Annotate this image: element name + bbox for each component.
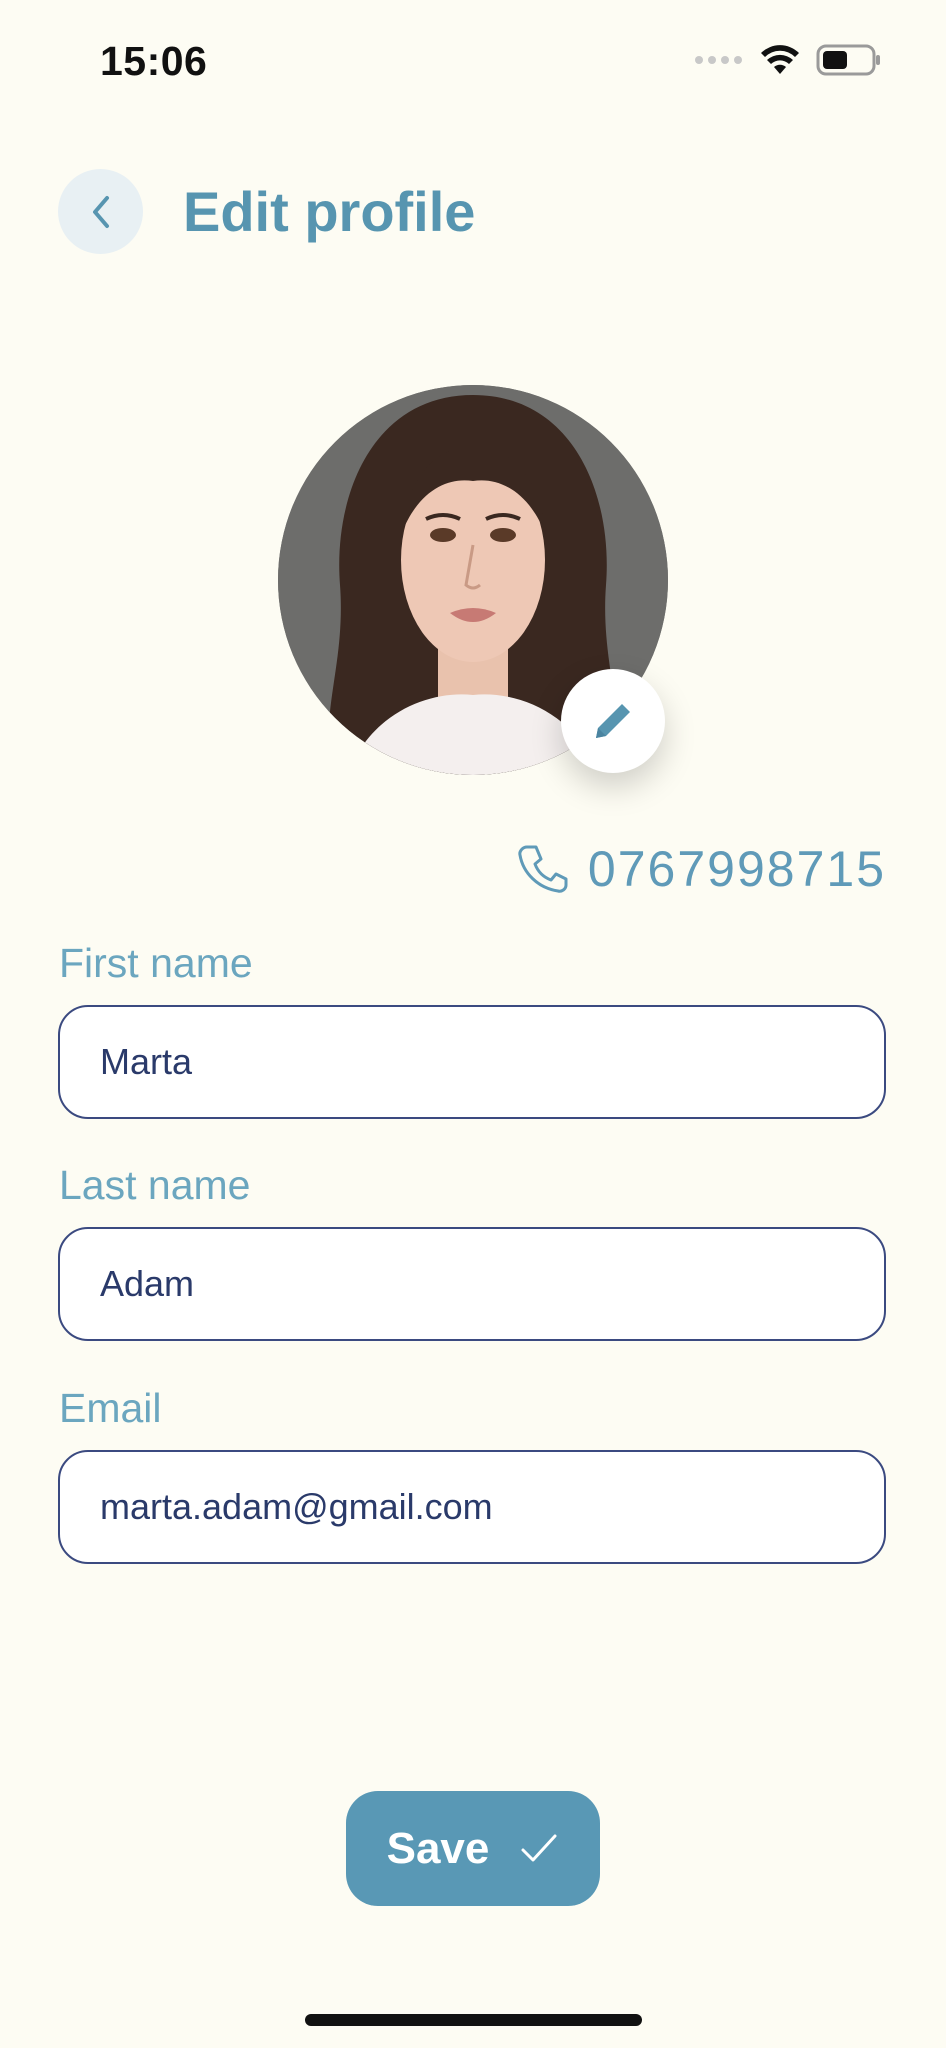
email-field[interactable]: [58, 1450, 886, 1564]
last-name-label: Last name: [59, 1162, 251, 1208]
save-button[interactable]: Save: [346, 1791, 600, 1906]
cellular-signal-icon: [695, 56, 742, 64]
first-name-label: First name: [59, 940, 253, 986]
back-button[interactable]: [58, 169, 143, 254]
status-time: 15:06: [100, 38, 208, 84]
phone-number: 0767998715: [587, 841, 886, 897]
first-name-field[interactable]: [58, 1005, 886, 1119]
battery-icon: [816, 44, 880, 76]
first-name-input[interactable]: [98, 1040, 862, 1084]
last-name-field[interactable]: [58, 1227, 886, 1341]
chevron-left-icon: [92, 195, 109, 228]
last-name-input[interactable]: [98, 1262, 862, 1306]
wifi-icon: [761, 45, 799, 74]
phone-row: 0767998715: [516, 840, 886, 898]
checkmark-icon: [521, 1834, 557, 1861]
status-icons: [694, 44, 882, 76]
page-title: Edit profile: [183, 180, 476, 243]
pencil-icon: [596, 704, 630, 738]
email-input[interactable]: [98, 1485, 862, 1529]
phone-icon: [518, 845, 568, 893]
avatar-container: [278, 385, 668, 775]
edit-avatar-button[interactable]: [561, 669, 665, 773]
email-label: Email: [59, 1385, 162, 1431]
save-label: Save: [386, 1823, 490, 1873]
home-indicator: [305, 2014, 642, 2026]
